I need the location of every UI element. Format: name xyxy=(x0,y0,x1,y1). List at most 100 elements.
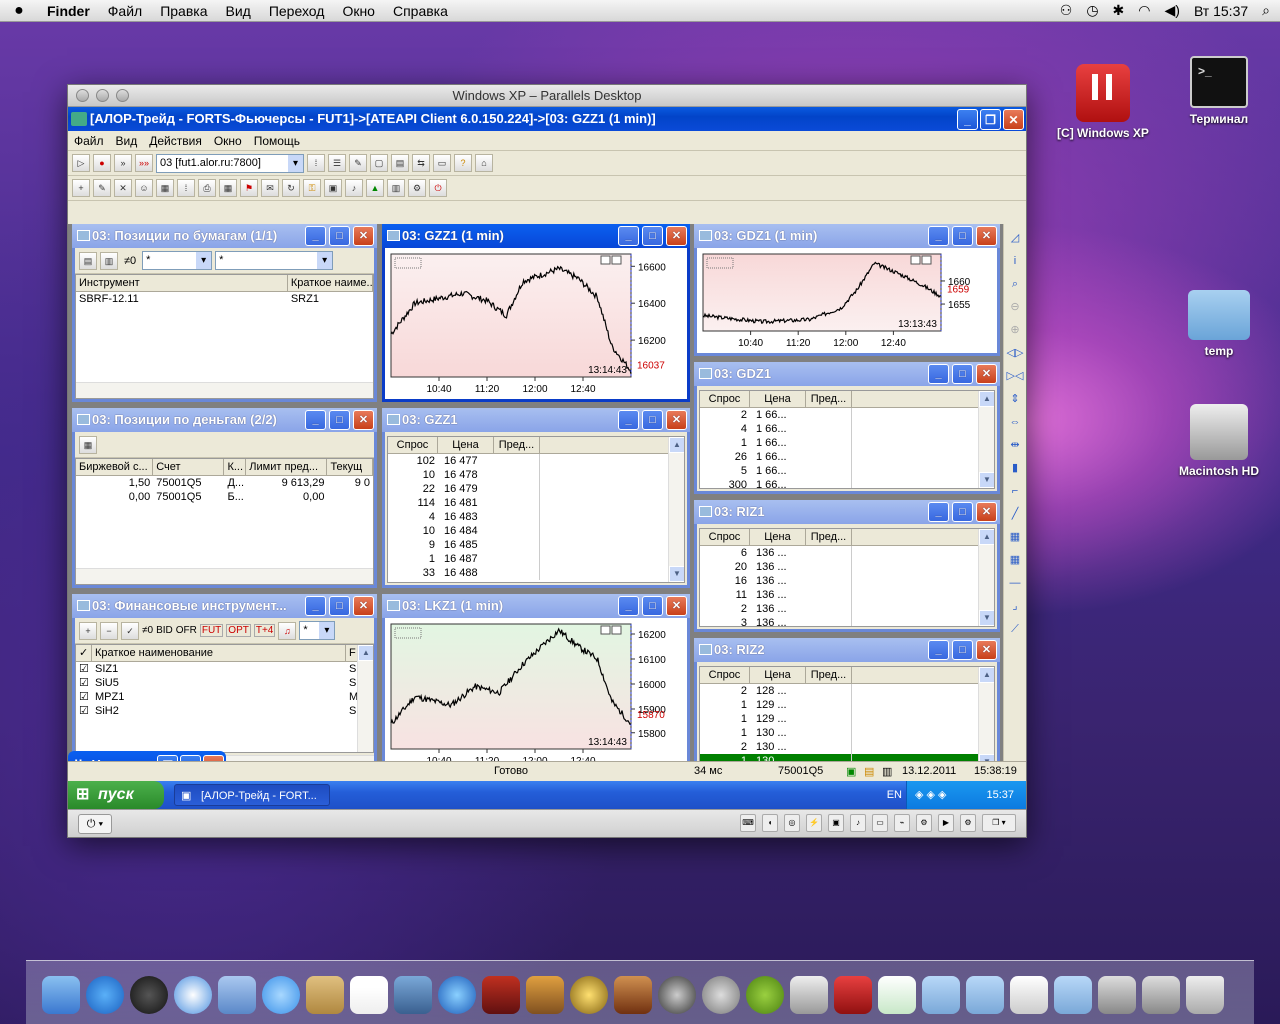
vertical-scrollbar[interactable]: ▲ xyxy=(357,645,373,752)
dashboard-icon[interactable] xyxy=(130,976,168,1014)
filter-t4-toggle[interactable]: T+4 xyxy=(253,624,276,637)
grid-alt-icon[interactable]: ▥ xyxy=(100,251,118,270)
binoculars-icon[interactable]: ⚇ xyxy=(1060,2,1073,19)
table-row[interactable]: 1 129 ... xyxy=(700,712,994,726)
table-row[interactable]: 33 16 488 xyxy=(388,566,684,580)
parallels-title-bar[interactable]: Windows XP – Parallels Desktop xyxy=(68,85,1026,107)
table-row[interactable]: 11 136 ... xyxy=(700,588,994,602)
vnc-server-icon[interactable] xyxy=(746,976,784,1014)
price-chart[interactable]: 1660 1655 10:40 11:20 12:00 12:40 13:13:43 1659 xyxy=(697,248,997,353)
screenshot-stack-2-icon[interactable] xyxy=(1142,976,1180,1014)
refresh-icon[interactable]: ↻ xyxy=(282,179,300,197)
table-row[interactable]: 16 136 ... xyxy=(700,574,994,588)
start-button[interactable]: ⊞ пуск xyxy=(68,781,164,809)
bluetooth-icon[interactable]: ✱ xyxy=(1113,2,1125,19)
alert-icon[interactable]: ♫ xyxy=(278,621,297,640)
close-button[interactable]: ✕ xyxy=(1003,109,1024,130)
table-settings-icon[interactable]: ▦ xyxy=(79,435,97,454)
tray-icons[interactable]: ◈ ◈ ◈ xyxy=(915,781,947,809)
window-title-bar[interactable]: 03: RIZ2 _ □ ✕ xyxy=(694,638,1000,662)
imovie-icon[interactable] xyxy=(570,976,608,1014)
close-button[interactable]: ✕ xyxy=(353,596,374,616)
sound-icon[interactable]: ♪ xyxy=(345,179,363,197)
network-icon[interactable]: ⚡ xyxy=(806,814,822,832)
close-window-button[interactable] xyxy=(76,89,89,102)
minimize-button[interactable]: _ xyxy=(928,640,949,660)
close-button[interactable]: ✕ xyxy=(666,410,687,430)
open-icon[interactable]: ▤ xyxy=(391,154,409,172)
desktop-icon-macintosh-hd[interactable]: Macintosh HD xyxy=(1164,404,1274,478)
frame-icon[interactable]: ▣ xyxy=(324,179,342,197)
window-title-bar[interactable]: 03: Позиции по бумагам (1/1) _ □ ✕ xyxy=(72,224,377,248)
zoom-in-icon[interactable]: ⊕ xyxy=(1006,321,1024,339)
table-row[interactable]: ☑ MPZ1 M xyxy=(76,690,373,704)
column-header[interactable]: Счет xyxy=(153,459,225,475)
minimize-button[interactable]: _ xyxy=(618,596,639,616)
parallels-icon[interactable] xyxy=(834,976,872,1014)
activity-monitor-icon[interactable] xyxy=(790,976,828,1014)
table-row[interactable]: ☑ SiU5 S xyxy=(76,676,373,690)
photo-booth-icon[interactable] xyxy=(526,976,564,1014)
spotlight-icon[interactable]: ⌕ xyxy=(1262,2,1270,19)
keyboard-icon[interactable]: ⌨ xyxy=(740,814,756,832)
menu-item-window[interactable]: Окно xyxy=(208,134,248,148)
remove-row-icon[interactable]: − xyxy=(100,621,118,640)
safari-icon[interactable] xyxy=(174,976,212,1014)
column-header[interactable]: Цена xyxy=(750,667,806,683)
window-title-bar[interactable]: 03: GDZ1 (1 min) _ □ ✕ xyxy=(694,224,1000,248)
table-row[interactable]: 2 136 ... xyxy=(700,602,994,616)
maximize-button[interactable]: □ xyxy=(952,502,973,522)
chart-mini-button[interactable] xyxy=(611,255,622,265)
maximize-button[interactable]: □ xyxy=(642,596,663,616)
calendar-icon[interactable]: ▦ xyxy=(219,179,237,197)
table-row[interactable]: 1 130 ... xyxy=(700,726,994,740)
filter-fut-toggle[interactable]: FUT xyxy=(199,624,224,637)
horizontal-scrollbar[interactable] xyxy=(76,382,373,398)
close-button[interactable]: ✕ xyxy=(666,596,687,616)
table-row[interactable]: ☑ SIZ1 S xyxy=(76,662,373,676)
page-icon[interactable]: ▢ xyxy=(370,154,388,172)
chart-mini-button[interactable] xyxy=(611,625,622,635)
stop-icon[interactable]: ● xyxy=(93,154,111,172)
column-header[interactable]: Спрос xyxy=(388,437,438,453)
candle-icon[interactable]: ▮ xyxy=(1006,459,1024,477)
window-title-bar[interactable]: 03: RIZ1 _ □ ✕ xyxy=(694,500,1000,524)
maximize-button[interactable]: □ xyxy=(329,410,350,430)
edit-icon[interactable]: ✎ xyxy=(349,154,367,172)
shared-folders-icon[interactable]: ⚙ xyxy=(916,814,932,832)
home-icon[interactable]: ⌂ xyxy=(475,154,493,172)
front-row-icon[interactable] xyxy=(482,976,520,1014)
menu-go[interactable]: Переход xyxy=(260,3,334,19)
filter-ofr-toggle[interactable]: OFR xyxy=(176,625,197,636)
tray-clock[interactable]: 15:37 xyxy=(986,789,1014,801)
hdd-icon[interactable]: ▭ xyxy=(872,814,888,832)
iphoto-icon[interactable] xyxy=(394,976,432,1014)
filter-nonzero-toggle[interactable]: ≠0 xyxy=(142,625,153,636)
wifi-icon[interactable]: ◠ xyxy=(1138,2,1150,19)
chart-canvas[interactable]: 162001610016000159001580010:4011:2012:00… xyxy=(385,618,687,771)
table-icon[interactable]: ▦ xyxy=(156,179,174,197)
table-row[interactable]: 6 136 ... xyxy=(700,546,994,560)
screenshot-stack-icon[interactable] xyxy=(1098,976,1136,1014)
shrink-horizontal-icon[interactable]: ⇹ xyxy=(1006,436,1024,454)
itunes-icon[interactable] xyxy=(438,976,476,1014)
zoom-window-button[interactable] xyxy=(116,89,129,102)
close-button[interactable]: ✕ xyxy=(353,410,374,430)
window-title-bar[interactable]: 03: GZZ1 (1 min) _ □ ✕ xyxy=(382,224,690,248)
floppy-icon[interactable]: ▣ xyxy=(828,814,844,832)
table-row[interactable]: 26 1 66... xyxy=(700,450,994,464)
exit-icon[interactable]: ⏻ xyxy=(429,179,447,197)
mouse-icon[interactable]: ◖ xyxy=(762,814,778,832)
horizontal-scrollbar[interactable] xyxy=(76,568,373,584)
table-row[interactable]: 2 130 ... xyxy=(700,740,994,754)
maximize-button[interactable]: □ xyxy=(642,226,663,246)
finder-icon[interactable] xyxy=(42,976,80,1014)
column-header[interactable]: Пред... xyxy=(806,391,852,407)
arrows-icon[interactable]: ▲ xyxy=(366,179,384,197)
play-icon[interactable]: ▶ xyxy=(938,814,954,832)
menu-file[interactable]: Файл xyxy=(99,3,151,19)
minimize-button[interactable]: _ xyxy=(305,410,326,430)
applications-folder-icon[interactable] xyxy=(922,976,960,1014)
key-icon[interactable]: ⚿ xyxy=(303,179,321,197)
table-row[interactable]: 10 16 484 xyxy=(388,524,684,538)
